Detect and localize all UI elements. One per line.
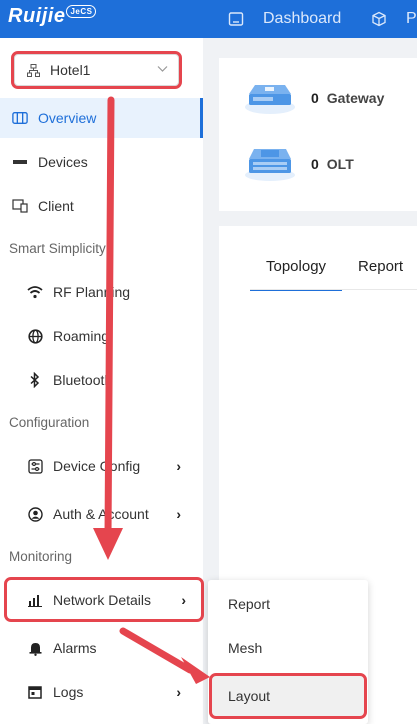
- device-name: OLT: [326, 156, 354, 172]
- chevron-down-icon: [157, 66, 168, 72]
- logo-text: Ruijie: [8, 5, 66, 27]
- sidebar-item-label: Client: [38, 198, 74, 214]
- sidebar-item-bluetooth[interactable]: Bluetooth: [0, 360, 203, 400]
- gateway-device-icon: [245, 85, 295, 114]
- submenu-item-layout[interactable]: Layout: [209, 673, 367, 719]
- sidebar-item-roaming[interactable]: Roaming: [0, 316, 203, 356]
- sidebar-item-label: Overview: [38, 110, 97, 126]
- sliders-icon: [27, 458, 43, 474]
- sidebar-item-network-details[interactable]: Network Details ›: [4, 577, 204, 622]
- site-select-value: Hotel1: [50, 62, 91, 78]
- network-icon: [27, 63, 40, 77]
- olt-device-icon: [245, 149, 295, 181]
- nav-dashboard-label: Dashboard: [263, 10, 342, 27]
- wifi-icon: [27, 284, 43, 300]
- section-title-smart-simplicity: Smart Simplicity: [9, 241, 106, 256]
- chart-bars-icon: [27, 592, 43, 608]
- bell-icon: [27, 640, 43, 656]
- sidebar-item-label: Roaming: [53, 328, 110, 344]
- chevron-right-icon: ›: [176, 506, 181, 522]
- nav-dashboard[interactable]: Dashboard: [228, 0, 341, 38]
- sidebar-item-client[interactable]: Client: [0, 186, 203, 226]
- sidebar-item-label: RF Planning: [53, 284, 131, 300]
- tab-report[interactable]: Report: [342, 248, 417, 291]
- overview-icon: [12, 110, 28, 126]
- sidebar-item-auth-account[interactable]: Auth & Account ›: [0, 494, 203, 534]
- sidebar: Hotel1 Overview Devices Client Smart Sim…: [0, 38, 204, 724]
- sidebar-item-label: Device Config: [53, 458, 141, 474]
- globe-icon: [27, 328, 43, 344]
- device-count: 0: [311, 90, 319, 106]
- sidebar-item-rf-planning[interactable]: RF Planning: [0, 272, 203, 312]
- submenu-item-mesh[interactable]: Mesh: [208, 628, 368, 668]
- device-summary-card: 0 Gateway 0 OLT: [219, 58, 417, 211]
- top-bar: Ruijie JeCS Dashboard P: [0, 0, 417, 38]
- section-title-monitoring: Monitoring: [9, 549, 73, 564]
- bluetooth-icon: [27, 372, 43, 388]
- submenu-item-report[interactable]: Report: [208, 584, 368, 624]
- sidebar-item-label: Bluetooth: [53, 372, 113, 388]
- network-details-submenu: Report Mesh Layout: [208, 580, 368, 724]
- sidebar-item-label: Network Details: [53, 591, 152, 608]
- dashboard-icon: [228, 12, 244, 26]
- device-name: Gateway: [326, 90, 385, 106]
- cube-icon: [372, 11, 386, 27]
- tab-topology[interactable]: Topology: [250, 248, 343, 291]
- sidebar-item-label: Alarms: [53, 640, 97, 656]
- sidebar-item-devices[interactable]: Devices: [0, 142, 203, 182]
- chevron-right-icon: ›: [181, 591, 186, 608]
- chevron-right-icon: ›: [176, 458, 181, 474]
- section-title-configuration: Configuration: [9, 415, 90, 430]
- logo-badge: JeCS: [66, 5, 97, 18]
- site-select[interactable]: Hotel1: [11, 51, 182, 89]
- devices-icon: [12, 154, 28, 170]
- device-count: 0: [311, 156, 319, 172]
- tab-bar: Topology Report: [250, 248, 417, 291]
- nav-project[interactable]: P: [371, 0, 417, 38]
- device-row-olt[interactable]: 0 OLT: [243, 146, 354, 182]
- sidebar-item-label: Devices: [38, 154, 88, 170]
- sidebar-item-label: Logs: [53, 684, 84, 700]
- sidebar-item-logs[interactable]: Logs ›: [0, 672, 203, 712]
- user-circle-icon: [27, 506, 43, 522]
- nav-project-label: P: [406, 10, 417, 27]
- calendar-icon: [27, 684, 43, 700]
- client-icon: [12, 198, 28, 214]
- ruijie-logo[interactable]: Ruijie JeCS: [8, 5, 97, 28]
- sidebar-item-alarms[interactable]: Alarms: [0, 628, 203, 668]
- device-row-gateway[interactable]: 0 Gateway: [243, 80, 384, 116]
- chevron-right-icon: ›: [176, 684, 181, 700]
- sidebar-item-overview[interactable]: Overview: [0, 98, 203, 138]
- tab-divider: [250, 289, 417, 290]
- sidebar-item-device-config[interactable]: Device Config ›: [0, 446, 203, 486]
- sidebar-item-label: Auth & Account: [53, 506, 149, 522]
